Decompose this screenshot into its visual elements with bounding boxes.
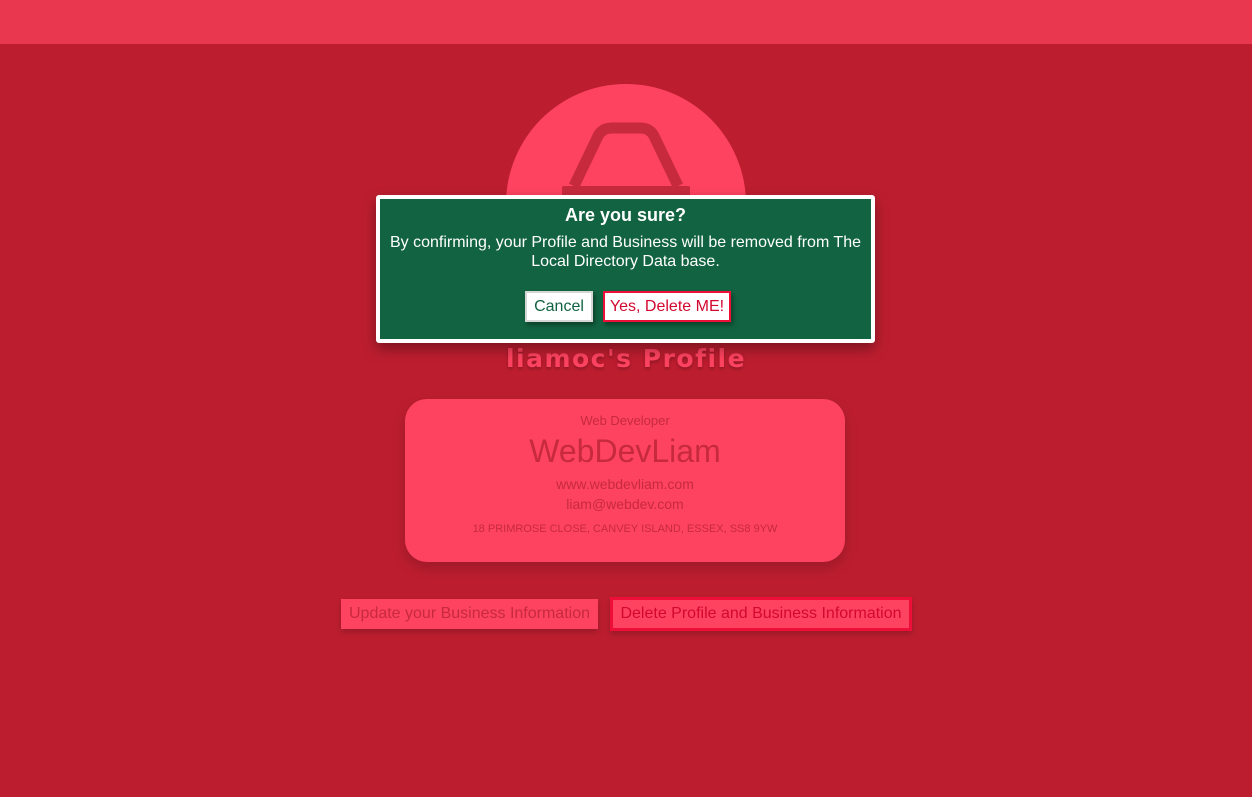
top-navigation-bar xyxy=(0,0,1252,44)
cancel-button[interactable]: Cancel xyxy=(525,291,593,322)
confirm-delete-dialog: Are you sure? By confirming, your Profil… xyxy=(376,195,875,343)
business-email: liam@webdev.com xyxy=(566,496,684,512)
business-address: 18 PRIMROSE CLOSE, CANVEY ISLAND, ESSEX,… xyxy=(472,523,778,535)
update-business-button[interactable]: Update your Business Information xyxy=(341,599,598,629)
dialog-message: By confirming, your Profile and Business… xyxy=(389,234,861,270)
business-website: www.webdevliam.com xyxy=(556,476,694,492)
profile-title: liamoc's Profile xyxy=(505,344,747,373)
business-category: Web Developer xyxy=(580,413,670,428)
business-name: WebDevLiam xyxy=(529,433,721,469)
confirm-delete-button[interactable]: Yes, Delete ME! xyxy=(603,291,731,322)
dialog-title: Are you sure? xyxy=(564,205,687,225)
business-card: Web Developer WebDevLiam www.webdevliam.… xyxy=(405,399,845,562)
delete-profile-button[interactable]: Delete Profile and Business Information xyxy=(610,597,912,631)
